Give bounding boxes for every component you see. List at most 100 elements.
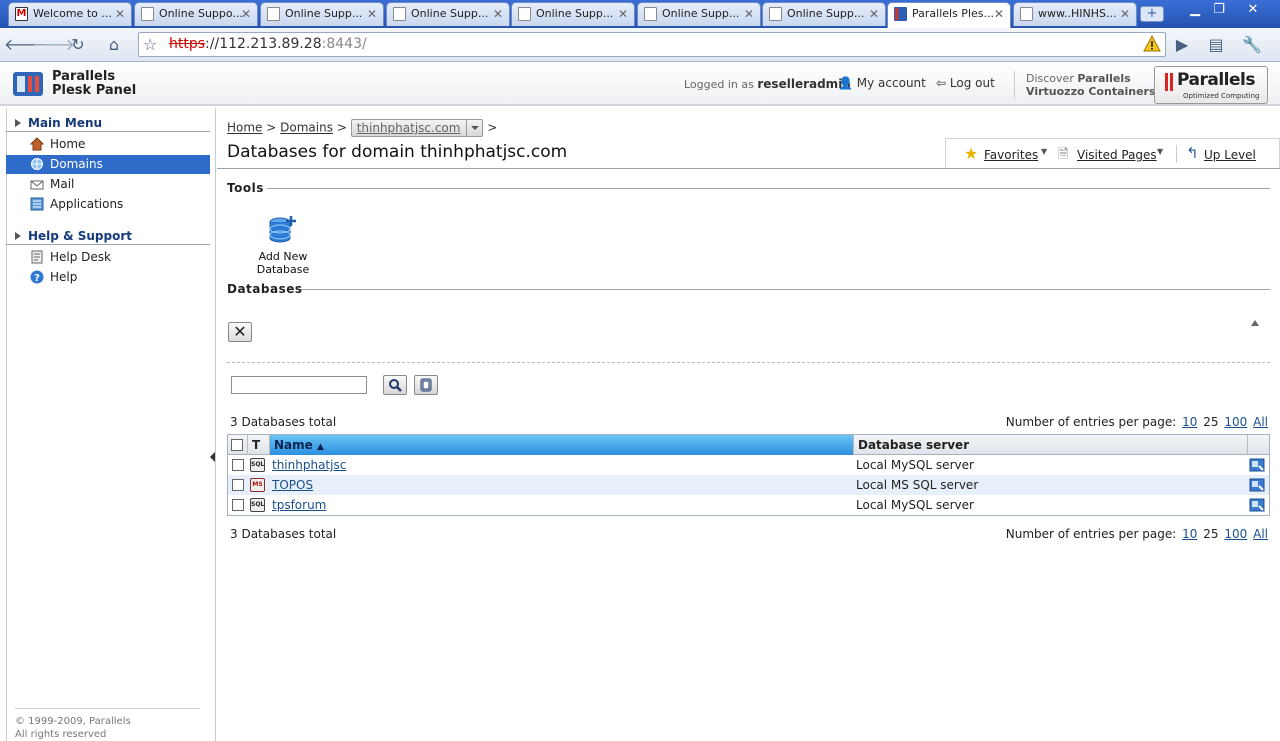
address-bar[interactable]: ☆ https://112.213.89.28:8443/ [138,32,1166,57]
table-header-row: T Name ▲ Database server [228,435,1269,455]
plesk-icon [894,7,907,21]
per-page-10-link[interactable]: 10 [1182,415,1197,429]
brand-logo-text: Parallels [1177,70,1255,90]
browser-tab[interactable]: Online Supp... ✕ [762,2,886,26]
database-name-link[interactable]: thinhphatjsc [272,455,346,475]
page-icon [769,7,782,21]
home-browser-icon[interactable]: ⌂ [102,34,126,56]
sidebar-item-home[interactable]: Home [6,135,210,154]
browser-toolbar: 🡐 🡒 ↻ ⌂ ☆ https://112.213.89.28:8443/ ▶ … [0,28,1280,62]
log-out-link[interactable]: ⇦ Log out [936,76,995,90]
per-page-all-link[interactable]: All [1253,527,1268,541]
browser-tab-active[interactable]: Parallels Ples... ✕ [887,2,1011,28]
database-server-cell: Local MS SQL server [856,478,979,492]
search-input[interactable] [231,376,367,394]
help-support-header[interactable]: Help & Support [6,228,210,245]
forward-icon[interactable]: 🡒 [32,34,75,56]
collapse-sidebar-icon[interactable] [210,452,215,462]
per-page-100-link[interactable]: 100 [1224,415,1247,429]
reload-icon[interactable]: ↻ [66,34,90,56]
browser-tab[interactable]: Online Supp... ✕ [511,2,635,26]
breadcrumb-domains-link[interactable]: Domains [280,121,333,135]
close-icon[interactable]: ✕ [1120,3,1130,25]
brand-tagline: Optimized Computing [1183,92,1260,100]
entries-per-page-top: Number of entries per page: 10 25 100 Al… [1006,415,1268,429]
databases-table: T Name ▲ Database server SQL thinhphatjs… [227,434,1270,516]
close-icon[interactable]: ✕ [994,3,1004,25]
select-all-checkbox[interactable] [231,439,243,451]
browser-tab[interactable]: Online Supp... ✕ [260,2,384,26]
logout-icon: ⇦ [936,76,947,90]
collapse-up-icon[interactable] [1251,320,1259,326]
close-icon[interactable]: ✕ [367,3,377,25]
browser-tab[interactable]: M Welcome to ... ✕ [8,2,132,26]
close-window-icon[interactable]: ✕ [1242,2,1264,17]
per-page-all-link[interactable]: All [1253,415,1268,429]
search-button[interactable] [383,375,407,395]
restore-icon[interactable]: ❐ [1208,2,1230,17]
my-account-link[interactable]: 👤 My account [838,76,926,90]
sidebar-item-applications[interactable]: Applications [6,195,210,214]
discover-label: Discover [1026,72,1074,85]
add-new-database-button[interactable]: Add New Database [233,214,333,276]
type-column-header[interactable]: T [248,435,270,455]
database-name-link[interactable]: TOPOS [272,475,313,495]
close-icon[interactable]: ✕ [493,3,503,25]
database-name-link[interactable]: tpsforum [272,495,326,515]
server-column-header[interactable]: Database server [854,435,1248,455]
per-page-100-link[interactable]: 100 [1224,527,1247,541]
close-icon[interactable]: ✕ [241,3,251,25]
browser-tab[interactable]: Online Suppo... ✕ [134,2,258,26]
new-tab-button[interactable]: + [1140,6,1164,22]
tab-title: Welcome to ... [33,7,112,20]
visited-pages-link[interactable]: Visited Pages [1077,148,1157,162]
help-support-title: Help & Support [28,229,132,243]
close-icon[interactable]: ✕ [115,3,125,25]
log-out-label: Log out [949,76,995,90]
main-content: Home > Domains > thinhphatjsc.com > Data… [217,108,1280,741]
main-menu-header[interactable]: Main Menu [6,115,210,132]
wrench-icon[interactable]: 🔧 [1240,34,1264,56]
help-icon: ? [30,270,44,284]
minimize-icon[interactable]: ▁ [1184,2,1206,17]
sidebar-item-help[interactable]: ? Help [6,268,210,287]
webadmin-icon[interactable] [1249,497,1265,513]
name-column-header[interactable]: Name ▲ [270,435,854,455]
breadcrumb-separator: > [487,120,498,135]
row-checkbox[interactable] [232,459,244,471]
plesk-header: Parallels Plesk Panel Logged in as resel… [0,62,1280,106]
row-checkbox[interactable] [232,499,244,511]
parallels-logo[interactable]: Parallels Optimized Computing [1154,66,1268,104]
sidebar-item-domains[interactable]: Domains [6,155,210,174]
back-icon[interactable]: 🡐 [4,34,47,56]
row-checkbox[interactable] [232,479,244,491]
per-page-10-link[interactable]: 10 [1182,527,1197,541]
breadcrumb-domain-selector[interactable]: thinhphatjsc.com [350,119,484,137]
browser-tab[interactable]: Online Supp... ✕ [637,2,761,26]
tools-section-title: Tools [227,181,264,195]
chevron-down-icon[interactable]: ▼ [1041,147,1047,156]
name-column-label: Name [274,438,313,452]
chevron-down-icon[interactable]: ▼ [1157,147,1163,156]
show-all-button[interactable] [414,375,438,395]
sidebar-item-mail[interactable]: Mail [6,175,210,194]
page-menu-icon[interactable]: ▤ [1204,34,1228,56]
close-icon[interactable]: ✕ [744,3,754,25]
webadmin-icon[interactable] [1249,457,1265,473]
breadcrumb-home-link[interactable]: Home [227,121,262,135]
up-level-link[interactable]: Up Level [1204,148,1256,162]
table-row: SQL thinhphatjsc Local MySQL server [228,455,1269,475]
favorites-link[interactable]: Favorites [984,148,1038,162]
close-icon[interactable]: ✕ [869,3,879,25]
discover-link[interactable]: Discover Parallels Virtuozzo Containers [1026,72,1156,98]
remove-selected-button[interactable]: ✕ [228,322,252,342]
browser-tab[interactable]: www..HINHS... ✕ [1013,2,1137,26]
sidebar-item-help-desk[interactable]: Help Desk [6,248,210,267]
chevron-down-icon[interactable] [466,120,482,136]
play-icon[interactable]: ▶ [1170,34,1194,56]
close-icon[interactable]: ✕ [618,3,628,25]
browser-tab[interactable]: Online Supp... ✕ [386,2,510,26]
warning-icon[interactable] [1143,35,1161,53]
bookmark-star-icon[interactable]: ☆ [143,33,157,56]
webadmin-icon[interactable] [1249,477,1265,493]
